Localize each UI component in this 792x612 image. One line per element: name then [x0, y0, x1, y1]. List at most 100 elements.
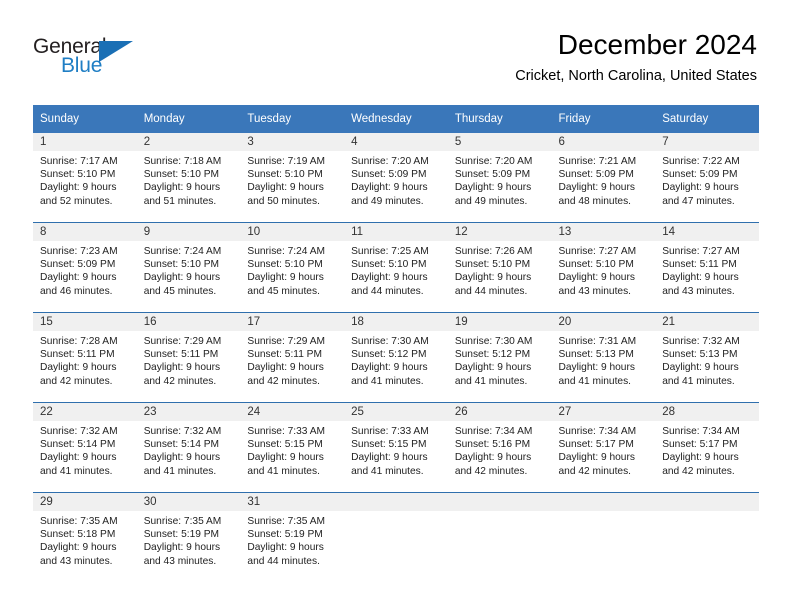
calendar-day-cell[interactable]: 28 Sunrise: 7:34 AM Sunset: 5:17 PM Dayligh…	[655, 402, 759, 493]
daylight-duration-line2: and 41 minutes.	[351, 465, 424, 477]
daylight-duration-line1: Daylight: 9 hours	[454, 182, 532, 194]
sunset-time: Sunset: 5:10 PM	[143, 169, 220, 181]
calendar-day-cell[interactable]: 15 Sunrise: 7:28 AM Sunset: 5:11 PM Dayligh…	[33, 312, 137, 403]
calendar-day-cell[interactable]: 29 Sunrise: 7:35 AM Sunset: 5:18 PM Dayligh…	[33, 492, 137, 582]
calendar-day-cell[interactable]: 14 Sunrise: 7:27 AM Sunset: 5:11 PM Dayligh…	[655, 222, 759, 313]
calendar-day-cell[interactable]: 6 Sunrise: 7:21 AM Sunset: 5:09 PM Daylight…	[551, 133, 656, 223]
day-number: 5	[447, 133, 552, 151]
daylight-duration-line2: and 42 minutes.	[40, 375, 113, 387]
sunrise-sunset-calendar: Sunday Monday Tuesday Wednesday Thursday…	[33, 105, 759, 582]
sunrise-time: Sunrise: 7:32 AM	[662, 336, 740, 347]
sunrise-time: Sunrise: 7:32 AM	[40, 426, 118, 437]
daylight-duration-line1: Daylight: 9 hours	[662, 362, 739, 374]
day-number: 12	[447, 223, 552, 241]
daylight-duration-line1: Daylight: 9 hours	[247, 182, 324, 194]
day-details: Sunrise: 7:23 AM Sunset: 5:09 PM Daylight:…	[33, 241, 137, 298]
calendar-day-cell[interactable]: 30 Sunrise: 7:35 AM Sunset: 5:19 PM Dayligh…	[136, 492, 241, 582]
sunrise-time: Sunrise: 7:17 AM	[40, 156, 118, 167]
day-cell-inner: 16 Sunrise: 7:29 AM Sunset: 5:11 PM Dayligh…	[136, 313, 241, 402]
day-cell-inner: 11 Sunrise: 7:25 AM Sunset: 5:10 PM Dayligh…	[344, 223, 448, 312]
calendar-day-cell[interactable]: 8 Sunrise: 7:23 AM Sunset: 5:09 PM Daylight…	[33, 222, 137, 313]
daylight-duration-line2: and 42 minutes.	[662, 465, 735, 477]
day-number: 15	[33, 313, 137, 331]
daylight-duration-line2: and 41 minutes.	[143, 465, 217, 477]
day-cell-inner: 18 Sunrise: 7:30 AM Sunset: 5:12 PM Dayligh…	[344, 313, 448, 402]
day-cell-inner: 15 Sunrise: 7:28 AM Sunset: 5:11 PM Dayligh…	[33, 313, 137, 402]
day-cell-inner: 14 Sunrise: 7:27 AM Sunset: 5:11 PM Dayligh…	[655, 223, 759, 312]
sunset-time: Sunset: 5:11 PM	[143, 349, 219, 361]
daylight-duration-line2: and 49 minutes.	[351, 195, 424, 207]
sunrise-time: Sunrise: 7:33 AM	[351, 426, 429, 437]
calendar-day-cell[interactable]: 18 Sunrise: 7:30 AM Sunset: 5:12 PM Dayligh…	[344, 312, 448, 403]
daylight-duration-line2: and 43 minutes.	[143, 555, 217, 567]
calendar-day-cell[interactable]: 12 Sunrise: 7:26 AM Sunset: 5:10 PM Dayligh…	[447, 222, 552, 313]
daylight-duration-line1: Daylight: 9 hours	[143, 182, 221, 194]
calendar-day-cell[interactable]: 9 Sunrise: 7:24 AM Sunset: 5:10 PM Daylight…	[136, 222, 241, 313]
sunrise-time: Sunrise: 7:19 AM	[247, 156, 325, 167]
day-number: 20	[551, 313, 656, 331]
daylight-duration-line1: Daylight: 9 hours	[351, 362, 428, 374]
day-cell-inner: 6 Sunrise: 7:21 AM Sunset: 5:09 PM Daylight…	[551, 133, 656, 222]
daylight-duration-line1: Daylight: 9 hours	[454, 452, 532, 464]
calendar-day-cell[interactable]: 27 Sunrise: 7:34 AM Sunset: 5:17 PM Dayligh…	[551, 402, 656, 493]
calendar-day-cell[interactable]: 3 Sunrise: 7:19 AM Sunset: 5:10 PM Daylight…	[240, 133, 345, 223]
calendar-day-cell[interactable]: 13 Sunrise: 7:27 AM Sunset: 5:10 PM Dayligh…	[551, 222, 656, 313]
calendar-week-row: 1 Sunrise: 7:17 AM Sunset: 5:10 PM Daylight…	[33, 133, 759, 223]
sunset-time: Sunset: 5:11 PM	[247, 349, 322, 361]
calendar-day-cell[interactable]: 10 Sunrise: 7:24 AM Sunset: 5:10 PM Dayligh…	[240, 222, 345, 313]
calendar-week-row: 8 Sunrise: 7:23 AM Sunset: 5:09 PM Daylight…	[33, 222, 759, 313]
sunrise-time: Sunrise: 7:35 AM	[40, 516, 118, 527]
daylight-duration-line1: Daylight: 9 hours	[40, 542, 117, 554]
page-subtitle: Cricket, North Carolina, United States	[515, 68, 757, 84]
daylight-duration-line1: Daylight: 9 hours	[558, 362, 635, 374]
calendar-day-cell[interactable]: 16 Sunrise: 7:29 AM Sunset: 5:11 PM Dayligh…	[136, 312, 241, 403]
calendar-day-cell[interactable]: 1 Sunrise: 7:17 AM Sunset: 5:10 PM Daylight…	[33, 133, 137, 223]
sunset-time: Sunset: 5:17 PM	[662, 439, 738, 451]
calendar-day-cell[interactable]: 24 Sunrise: 7:33 AM Sunset: 5:15 PM Dayligh…	[240, 402, 345, 493]
day-cell-inner: 19 Sunrise: 7:30 AM Sunset: 5:12 PM Dayligh…	[447, 313, 552, 402]
sunset-time: Sunset: 5:10 PM	[247, 259, 323, 271]
day-cell-inner: 1 Sunrise: 7:17 AM Sunset: 5:10 PM Daylight…	[33, 133, 137, 222]
daylight-duration-line2: and 49 minutes.	[454, 195, 528, 207]
day-cell-inner: 3 Sunrise: 7:19 AM Sunset: 5:10 PM Daylight…	[240, 133, 345, 222]
calendar-day-cell[interactable]: 5 Sunrise: 7:20 AM Sunset: 5:09 PM Daylight…	[447, 133, 552, 223]
calendar-day-cell[interactable]: 7 Sunrise: 7:22 AM Sunset: 5:09 PM Daylight…	[655, 133, 759, 223]
calendar-day-cell[interactable]: 20 Sunrise: 7:31 AM Sunset: 5:13 PM Dayligh…	[551, 312, 656, 403]
calendar-day-cell[interactable]: 17 Sunrise: 7:29 AM Sunset: 5:11 PM Dayligh…	[240, 312, 345, 403]
calendar-day-cell[interactable]: 25 Sunrise: 7:33 AM Sunset: 5:15 PM Dayligh…	[344, 402, 448, 493]
day-number: 30	[136, 493, 241, 511]
calendar-day-cell[interactable]: 19 Sunrise: 7:30 AM Sunset: 5:12 PM Dayligh…	[447, 312, 552, 403]
calendar-day-cell[interactable]: 26 Sunrise: 7:34 AM Sunset: 5:16 PM Dayligh…	[447, 402, 552, 493]
sunset-time: Sunset: 5:09 PM	[351, 169, 427, 181]
day-details: Sunrise: 7:29 AM Sunset: 5:11 PM Daylight:…	[240, 331, 344, 388]
day-cell-inner: 17 Sunrise: 7:29 AM Sunset: 5:11 PM Dayligh…	[240, 313, 345, 402]
daylight-duration-line2: and 46 minutes.	[40, 285, 113, 297]
page-title: December 2024	[557, 29, 757, 60]
calendar-day-cell[interactable]: 11 Sunrise: 7:25 AM Sunset: 5:10 PM Dayligh…	[344, 222, 448, 313]
calendar-day-cell[interactable]: 31 Sunrise: 7:35 AM Sunset: 5:19 PM Dayligh…	[240, 492, 345, 582]
day-number: 26	[447, 403, 552, 421]
day-details: Sunrise: 7:17 AM Sunset: 5:10 PM Daylight:…	[33, 151, 137, 208]
sunset-time: Sunset: 5:10 PM	[351, 259, 427, 271]
sunrise-time: Sunrise: 7:32 AM	[143, 426, 222, 437]
calendar-day-cell[interactable]: 21 Sunrise: 7:32 AM Sunset: 5:13 PM Dayligh…	[655, 312, 759, 403]
day-number: 19	[447, 313, 552, 331]
day-number: 16	[136, 313, 241, 331]
sunset-time: Sunset: 5:13 PM	[558, 349, 634, 361]
day-cell-inner: 20 Sunrise: 7:31 AM Sunset: 5:13 PM Dayligh…	[551, 313, 656, 402]
calendar-day-cell[interactable]: 2 Sunrise: 7:18 AM Sunset: 5:10 PM Daylight…	[136, 133, 241, 223]
calendar-day-cell[interactable]: 23 Sunrise: 7:32 AM Sunset: 5:14 PM Dayligh…	[136, 402, 241, 493]
sunset-time: Sunset: 5:14 PM	[40, 439, 116, 451]
calendar-day-cell[interactable]: 4 Sunrise: 7:20 AM Sunset: 5:09 PM Daylight…	[344, 133, 448, 223]
general-blue-logo[interactable]: General Blue	[33, 36, 163, 84]
day-details: Sunrise: 7:34 AM Sunset: 5:17 PM Daylight:…	[655, 421, 759, 478]
day-number: 7	[655, 133, 759, 151]
day-cell-inner	[551, 493, 656, 582]
calendar-day-cell[interactable]: 22 Sunrise: 7:32 AM Sunset: 5:14 PM Dayligh…	[33, 402, 137, 493]
day-number: 31	[240, 493, 345, 511]
daylight-duration-line2: and 44 minutes.	[454, 285, 528, 297]
day-cell-inner: 4 Sunrise: 7:20 AM Sunset: 5:09 PM Daylight…	[344, 133, 448, 222]
daylight-duration-line2: and 44 minutes.	[247, 555, 320, 567]
sunrise-time: Sunrise: 7:20 AM	[351, 156, 429, 167]
page-header: General Blue December 2024 Cricket, Nort…	[0, 0, 792, 100]
